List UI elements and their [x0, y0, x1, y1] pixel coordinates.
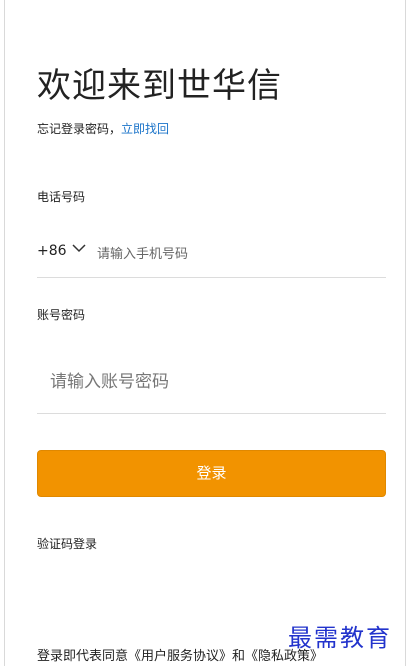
page-title: 欢迎来到世华信	[37, 66, 282, 106]
country-code-selector[interactable]: +86	[37, 243, 67, 259]
forgot-password-text: 忘记登录密码，	[37, 122, 122, 136]
user-agreement-link[interactable]: 《用户服务协议》	[128, 649, 232, 664]
phone-field-row: +86	[37, 232, 386, 278]
login-button[interactable]: 登录	[37, 450, 386, 497]
sms-code-login-link[interactable]: 验证码登录	[37, 535, 97, 552]
recover-password-link[interactable]: 立即找回	[121, 122, 169, 136]
password-label: 账号密码	[37, 308, 86, 322]
watermark-text: 最需教育	[288, 624, 392, 652]
password-field-row	[37, 352, 386, 414]
phone-label: 电话号码	[37, 190, 86, 204]
forgot-password-line: 忘记登录密码，立即找回	[37, 120, 169, 137]
phone-input[interactable]	[97, 242, 377, 266]
agreement-line: 登录即代表同意《用户服务协议》和《隐私政策》	[37, 645, 323, 664]
password-input[interactable]	[50, 368, 370, 396]
agreement-and: 和	[232, 649, 246, 664]
login-page: 欢迎来到世华信 忘记登录密码，立即找回 电话号码 +86 账号密码 登录 验证码…	[4, 0, 406, 666]
agreement-prefix: 登录即代表同意	[37, 649, 129, 664]
chevron-down-icon[interactable]	[71, 240, 87, 256]
